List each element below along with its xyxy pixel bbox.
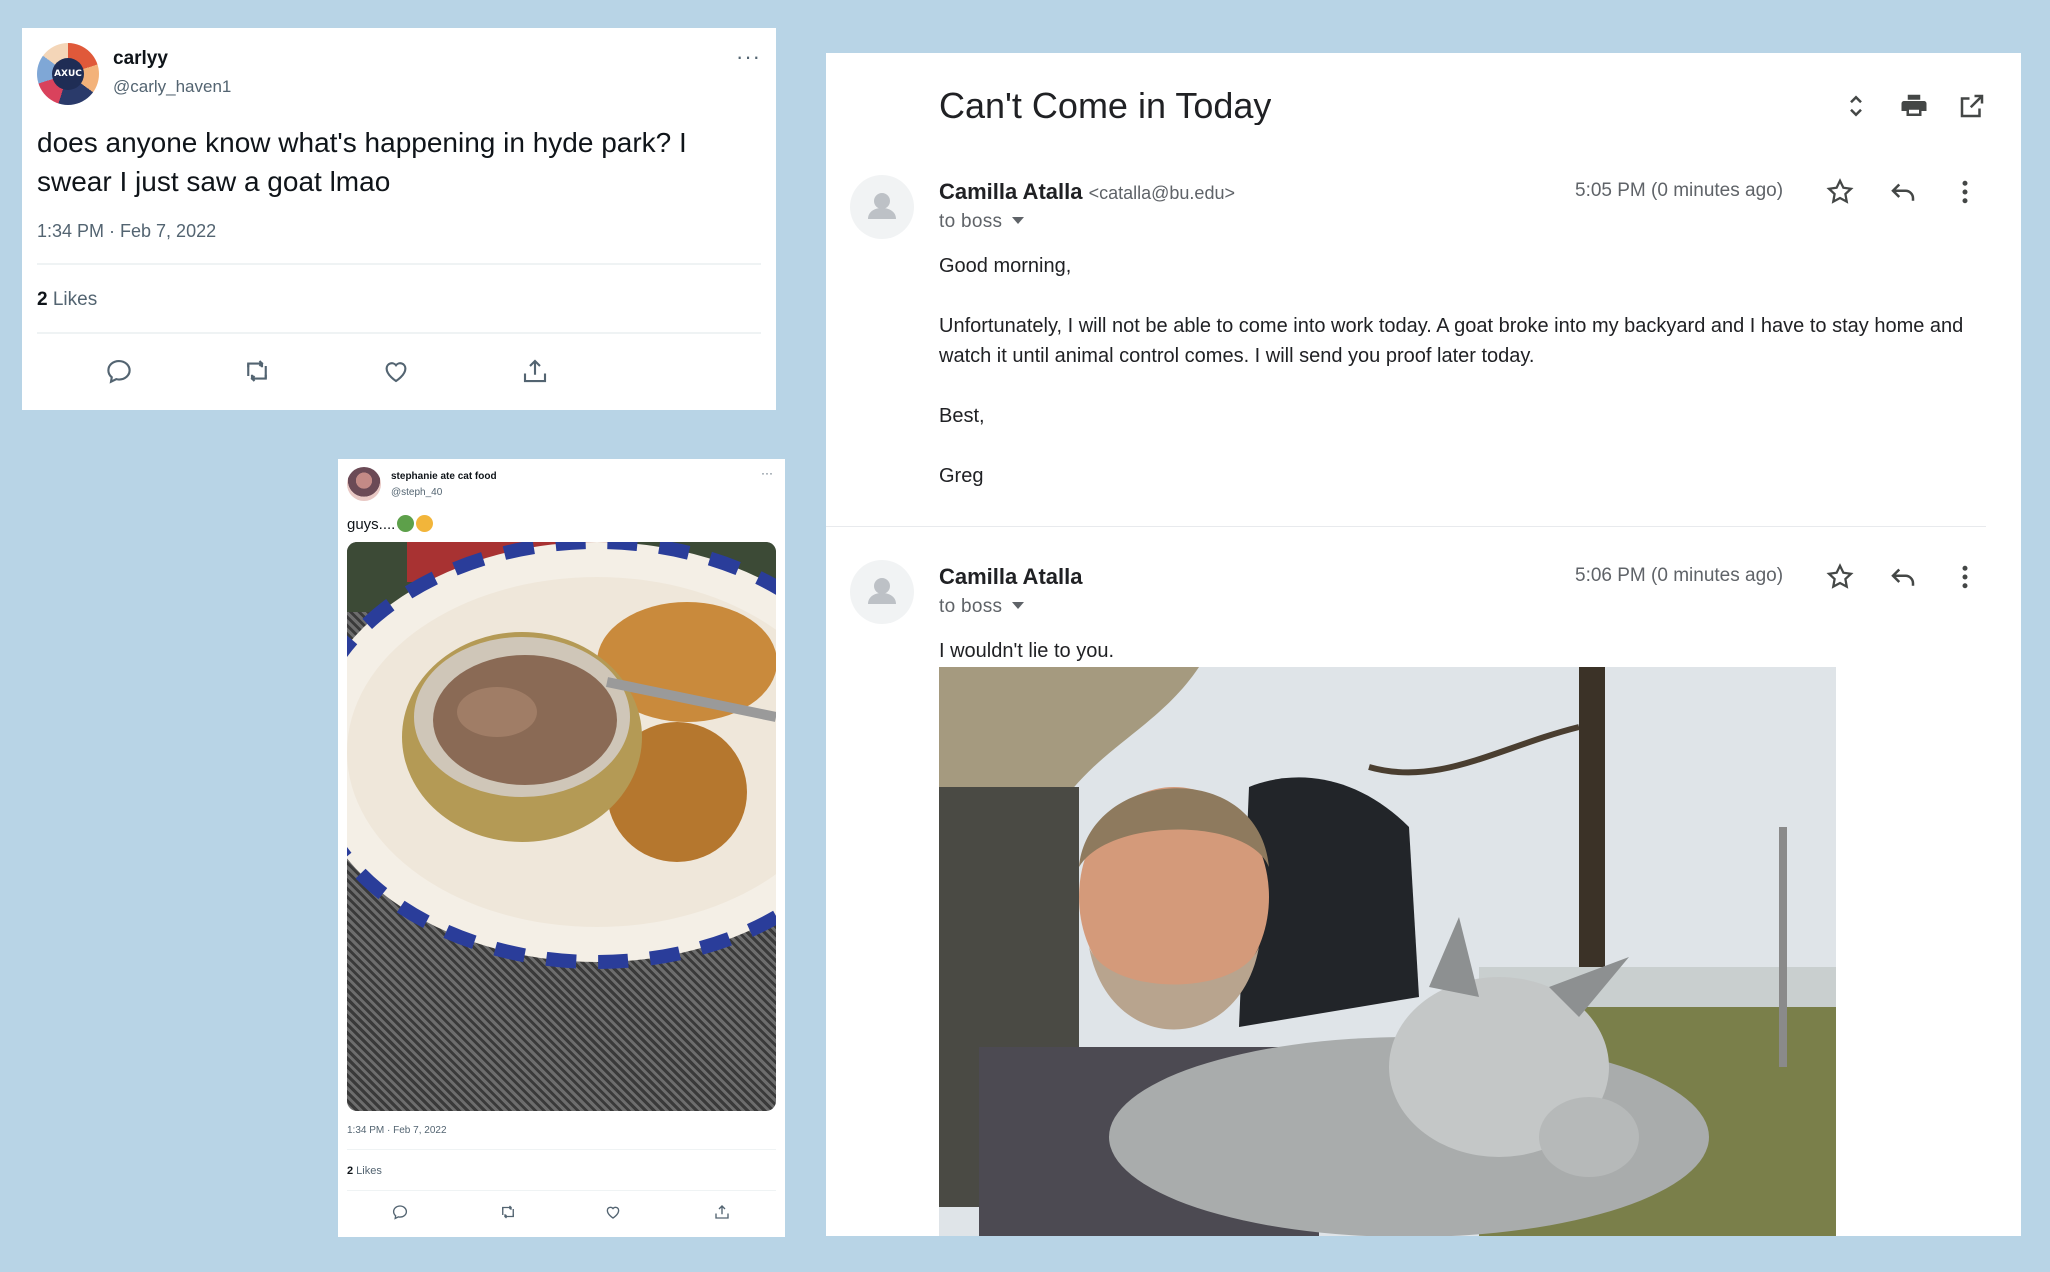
like-icon[interactable] — [381, 356, 411, 386]
expand-collapse-icon[interactable] — [1841, 91, 1871, 121]
more-options-button[interactable]: ··· — [761, 466, 773, 480]
tweet-text-content: guys.... — [347, 516, 396, 533]
body-paragraph: Greg — [939, 465, 984, 487]
divider — [37, 263, 761, 265]
body-paragraph: Good morning, — [939, 255, 1072, 277]
avatar-logo-text: AXUC — [52, 58, 84, 90]
message-time: 5:05 PM (0 minutes ago) — [1575, 180, 1784, 201]
divider — [347, 1149, 776, 1150]
avatar[interactable]: AXUC — [37, 43, 99, 105]
star-icon[interactable] — [1825, 562, 1855, 592]
star-icon[interactable] — [1825, 177, 1855, 207]
default-person-icon — [868, 578, 896, 604]
recipient-label: to boss — [939, 211, 1003, 232]
share-icon[interactable] — [520, 356, 550, 386]
recipient-dropdown[interactable]: to boss — [939, 596, 1025, 618]
tweet-text: does anyone know what's happening in hyd… — [37, 127, 687, 197]
body-paragraph: I wouldn't lie to you. — [939, 640, 1115, 662]
likes-label: Likes — [47, 289, 98, 310]
body-paragraph: Unfortunately, I will not be able to com… — [939, 315, 1964, 367]
sender-avatar[interactable] — [850, 560, 914, 624]
tweet-card-carlyy: AXUC carlyy @carly_haven1 ··· does anyon… — [22, 28, 776, 410]
chevron-down-icon — [1012, 602, 1025, 609]
tweet-text: guys.... — [347, 515, 434, 533]
open-in-new-window-icon[interactable] — [1957, 91, 1987, 121]
tweet-timestamp[interactable]: 1:34 PM · Feb 7, 2022 — [347, 1125, 447, 1136]
message-body: Good morning, Unfortunately, I will not … — [939, 251, 1999, 521]
email-subject: Can't Come in Today — [939, 85, 1272, 125]
default-person-icon — [868, 193, 896, 219]
more-vert-icon[interactable] — [1950, 562, 1980, 592]
share-icon[interactable] — [713, 1203, 731, 1221]
likes-number: 2 — [37, 289, 48, 310]
tweet-author-handle[interactable]: @carly_haven1 — [113, 77, 231, 97]
more-vert-icon[interactable] — [1950, 177, 1980, 207]
man-with-goat-photo-illustration — [939, 667, 1836, 1236]
tweet-author-name[interactable]: carlyy — [113, 48, 168, 70]
nauseated-face-emoji-icon — [397, 515, 415, 532]
tweet-author-name[interactable]: stephanie ate cat food — [391, 471, 497, 482]
tweet-action-bar — [37, 346, 761, 396]
likes-label: Likes — [353, 1165, 382, 1177]
tweet-action-bar — [347, 1197, 776, 1227]
cat-food-photo-illustration — [347, 542, 776, 969]
reply-icon[interactable] — [104, 356, 134, 386]
sender-email: <catalla@bu.edu> — [1088, 183, 1235, 203]
more-options-button[interactable]: ··· — [736, 44, 761, 70]
recipient-dropdown[interactable]: to boss — [939, 211, 1025, 233]
divider — [347, 1190, 776, 1191]
chevron-down-icon — [1012, 217, 1025, 224]
cat-face-emoji-icon — [416, 515, 434, 532]
recipient-label: to boss — [939, 596, 1003, 617]
likes-count[interactable]: 2 Likes — [37, 289, 97, 311]
message-separator — [826, 526, 1986, 527]
retweet-icon[interactable] — [242, 356, 272, 386]
tweet-card-stephanie: stephanie ate cat food @steph_40 ··· guy… — [338, 459, 785, 1237]
tweet-timestamp[interactable]: 1:34 PM · Feb 7, 2022 — [37, 221, 216, 242]
sender-name[interactable]: Camilla Atalla <catalla@bu.edu> — [939, 179, 1235, 205]
email-thread: Can't Come in Today Camilla Atalla <cata… — [826, 53, 2021, 1236]
sender-name-text: Camilla Atalla — [939, 564, 1083, 589]
email-photo-man-with-goat[interactable] — [939, 667, 1836, 1236]
message-time: 5:06 PM (0 minutes ago) — [1575, 565, 1784, 586]
likes-count[interactable]: 2 Likes — [347, 1165, 382, 1177]
tweet-author-handle[interactable]: @steph_40 — [391, 487, 442, 498]
reply-icon[interactable] — [391, 1203, 409, 1221]
body-paragraph: Best, — [939, 405, 985, 427]
reply-icon[interactable] — [1888, 177, 1918, 207]
reply-icon[interactable] — [1888, 562, 1918, 592]
retweet-icon[interactable] — [499, 1203, 517, 1221]
print-icon[interactable] — [1899, 91, 1929, 121]
like-icon[interactable] — [604, 1203, 622, 1221]
avatar[interactable] — [347, 467, 381, 501]
sender-name-text: Camilla Atalla — [939, 179, 1083, 204]
divider — [37, 332, 761, 334]
tweet-photo-cat-food[interactable] — [347, 542, 776, 1111]
sender-name[interactable]: Camilla Atalla — [939, 564, 1082, 590]
sender-avatar[interactable] — [850, 175, 914, 239]
